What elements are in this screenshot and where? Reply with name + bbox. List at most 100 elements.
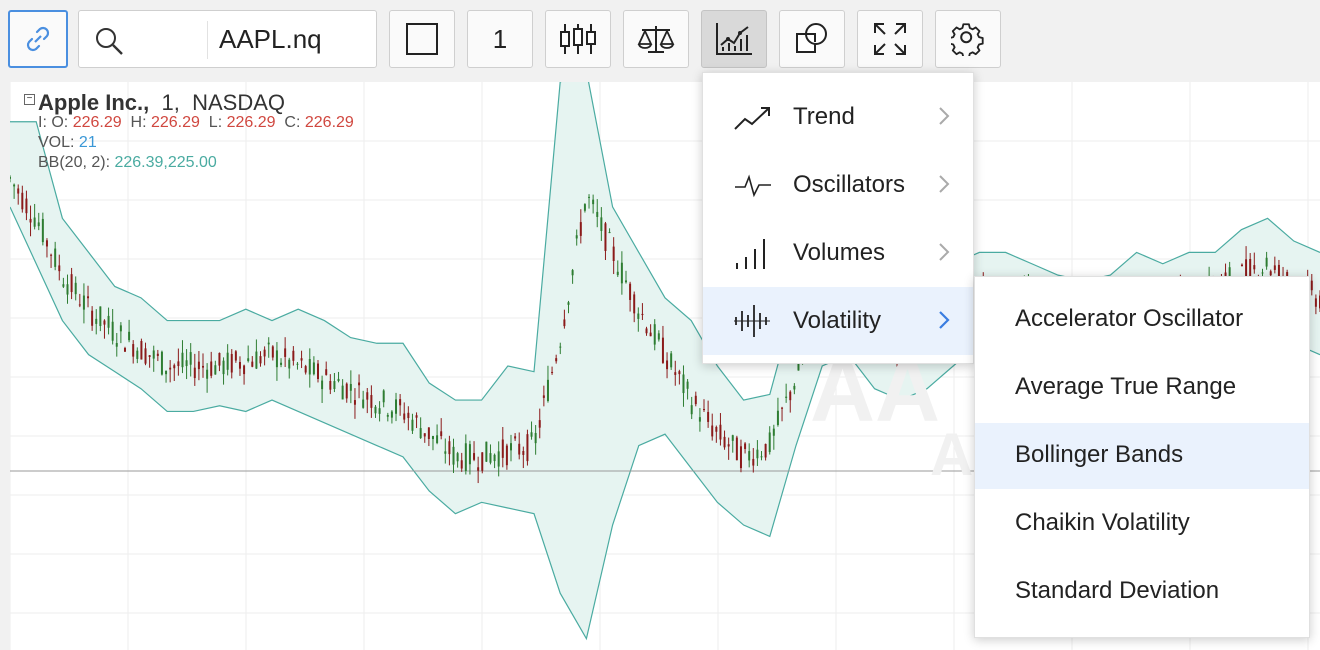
candle-body	[312, 362, 315, 375]
chevron-right-icon	[939, 243, 950, 261]
candle-body	[436, 435, 439, 444]
candle-body	[538, 420, 541, 428]
candle-body	[103, 320, 106, 325]
candle-body	[608, 232, 611, 234]
submenu-item-label: Chaikin Volatility	[1015, 509, 1190, 536]
candle-body	[386, 414, 389, 417]
candle-body	[624, 280, 627, 283]
menu-item-label: Volatility	[793, 307, 882, 334]
candle-body	[189, 352, 192, 365]
candle-body	[206, 369, 209, 379]
search-icon	[96, 28, 123, 55]
candle-body	[785, 396, 788, 398]
candle-body	[210, 361, 213, 376]
candle-body	[739, 446, 742, 469]
candle-body	[370, 395, 373, 408]
candle-body	[1261, 272, 1264, 274]
candle-body	[74, 282, 77, 295]
candle-body	[481, 452, 484, 471]
menu-item-trend[interactable]: Trend	[703, 83, 973, 151]
link-button[interactable]	[8, 10, 68, 68]
shapes-button[interactable]	[779, 10, 845, 68]
submenu-item-label: Standard Deviation	[1015, 577, 1220, 604]
scales-icon	[637, 26, 675, 53]
submenu-item-accelerator-oscillator[interactable]: Accelerator Oscillator	[975, 287, 1309, 353]
candle-body	[54, 248, 57, 267]
candle-body	[21, 192, 24, 210]
low-label: L:	[208, 114, 223, 131]
menu-item-oscillators[interactable]: Oscillators	[703, 151, 973, 219]
candle-body	[247, 358, 250, 362]
candle-body	[173, 365, 176, 369]
candle-body	[13, 184, 16, 187]
fullscreen-button[interactable]	[857, 10, 923, 68]
candle-body	[107, 315, 110, 328]
candle-body	[197, 361, 200, 370]
submenu-item-standard-deviation[interactable]: Standard Deviation	[975, 559, 1309, 625]
menu-item-volatility[interactable]: Volatility	[703, 287, 973, 355]
candle-body	[41, 218, 44, 243]
chevron-right-icon	[939, 311, 950, 329]
menu-item-volumes[interactable]: Volumes	[703, 219, 973, 287]
high-value: 226.29	[150, 114, 200, 131]
candle-body	[255, 351, 258, 369]
candle-body	[579, 222, 582, 236]
candle-body	[456, 453, 459, 462]
candle-body	[674, 372, 677, 375]
compare-button[interactable]	[623, 10, 689, 68]
drawing-square-button[interactable]	[389, 10, 455, 68]
close-value: 226.29	[304, 114, 354, 131]
candle-body	[156, 353, 159, 356]
candle-body	[234, 351, 237, 361]
bb-value: 226.39,225.00	[114, 154, 217, 171]
chart-type-button[interactable]	[545, 10, 611, 68]
submenu-item-average-true-range[interactable]: Average True Range	[975, 355, 1309, 421]
candle-body	[390, 411, 393, 418]
candle-body	[670, 353, 673, 368]
candle-body	[600, 217, 603, 231]
candlestick-icon	[560, 24, 596, 54]
interval-label: 1	[492, 23, 508, 54]
candle-body	[633, 294, 636, 314]
ohlc-row: I: O: 226.29 H: 226.29 L: 226.29 C: 226.…	[38, 114, 354, 132]
candle-body	[333, 381, 336, 390]
candle-body	[407, 412, 410, 419]
candle-body	[793, 385, 796, 390]
candle-body	[629, 283, 632, 300]
candle-body	[37, 222, 40, 227]
indicators-button[interactable]	[701, 10, 767, 68]
interval-button[interactable]: 1	[467, 10, 533, 68]
candle-body	[419, 428, 422, 439]
candle-body	[559, 346, 562, 348]
volume-row: VOL: 21	[38, 134, 97, 152]
candle-body	[140, 340, 143, 360]
candle-body	[271, 346, 274, 358]
submenu-item-bollinger-bands[interactable]: Bollinger Bands	[975, 423, 1309, 489]
candle-body	[284, 348, 287, 357]
candle-body	[760, 456, 763, 458]
candle-body	[353, 400, 356, 405]
candle-body	[177, 361, 180, 367]
symbol-input[interactable]	[219, 19, 369, 59]
fullscreen-icon	[874, 23, 906, 55]
candle-body	[185, 360, 188, 367]
candle-body	[752, 458, 755, 466]
submenu-item-label: Accelerator Oscillator	[1015, 305, 1244, 332]
candle-body	[10, 176, 11, 179]
legend-collapse-toggle[interactable]: −	[24, 94, 35, 105]
candle-body	[735, 437, 738, 461]
candle-body	[563, 319, 566, 327]
settings-button[interactable]	[935, 10, 1001, 68]
candle-body	[128, 331, 131, 341]
candle-body	[551, 371, 554, 373]
candle-body	[374, 406, 377, 414]
candle-body	[571, 270, 574, 276]
volatility-icon	[734, 305, 770, 337]
candle-body	[522, 451, 525, 455]
candle-body	[226, 352, 229, 370]
symbol-search[interactable]	[78, 10, 377, 68]
submenu-item-chaikin-volatility[interactable]: Chaikin Volatility	[975, 491, 1309, 557]
candle-body	[423, 433, 426, 437]
candle-body	[748, 451, 751, 461]
candle-body	[395, 399, 398, 414]
